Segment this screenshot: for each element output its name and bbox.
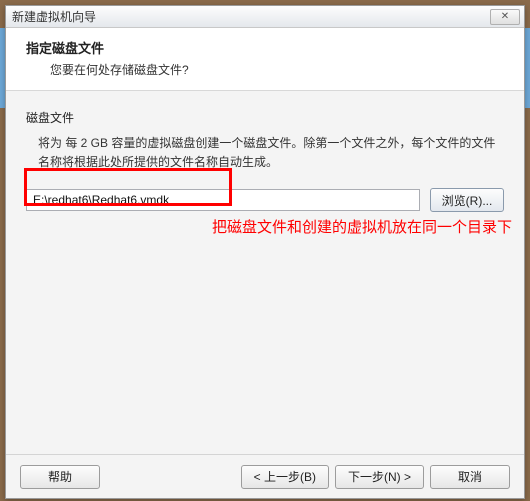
header-panel: 指定磁盘文件 您要在何处存储磁盘文件? <box>6 28 524 91</box>
path-row: 浏览(R)... <box>26 188 504 212</box>
next-button[interactable]: 下一步(N) > <box>335 465 424 489</box>
close-icon: ✕ <box>501 11 509 22</box>
content-area: 磁盘文件 将为 每 2 GB 容量的虚拟磁盘创建一个磁盘文件。除第一个文件之外，… <box>6 91 524 220</box>
help-button[interactable]: 帮助 <box>20 465 100 489</box>
close-button[interactable]: ✕ <box>490 9 520 25</box>
section-label: 磁盘文件 <box>26 109 504 126</box>
wizard-dialog: 新建虚拟机向导 ✕ 指定磁盘文件 您要在何处存储磁盘文件? 磁盘文件 将为 每 … <box>5 5 525 499</box>
back-button[interactable]: < 上一步(B) <box>241 465 329 489</box>
cancel-button[interactable]: 取消 <box>430 465 510 489</box>
footer: 帮助 < 上一步(B) 下一步(N) > 取消 <box>6 454 524 498</box>
window-title: 新建虚拟机向导 <box>10 8 490 25</box>
annotation-text: 把磁盘文件和创建的虚拟机放在同一个目录下 <box>212 216 512 237</box>
titlebar: 新建虚拟机向导 ✕ <box>6 6 524 28</box>
section-description: 将为 每 2 GB 容量的虚拟磁盘创建一个磁盘文件。除第一个文件之外，每个文件的… <box>38 134 504 172</box>
page-title: 指定磁盘文件 <box>20 38 510 57</box>
page-subtitle: 您要在何处存储磁盘文件? <box>20 61 510 78</box>
disk-path-input[interactable] <box>26 189 420 211</box>
browse-button[interactable]: 浏览(R)... <box>430 188 504 212</box>
